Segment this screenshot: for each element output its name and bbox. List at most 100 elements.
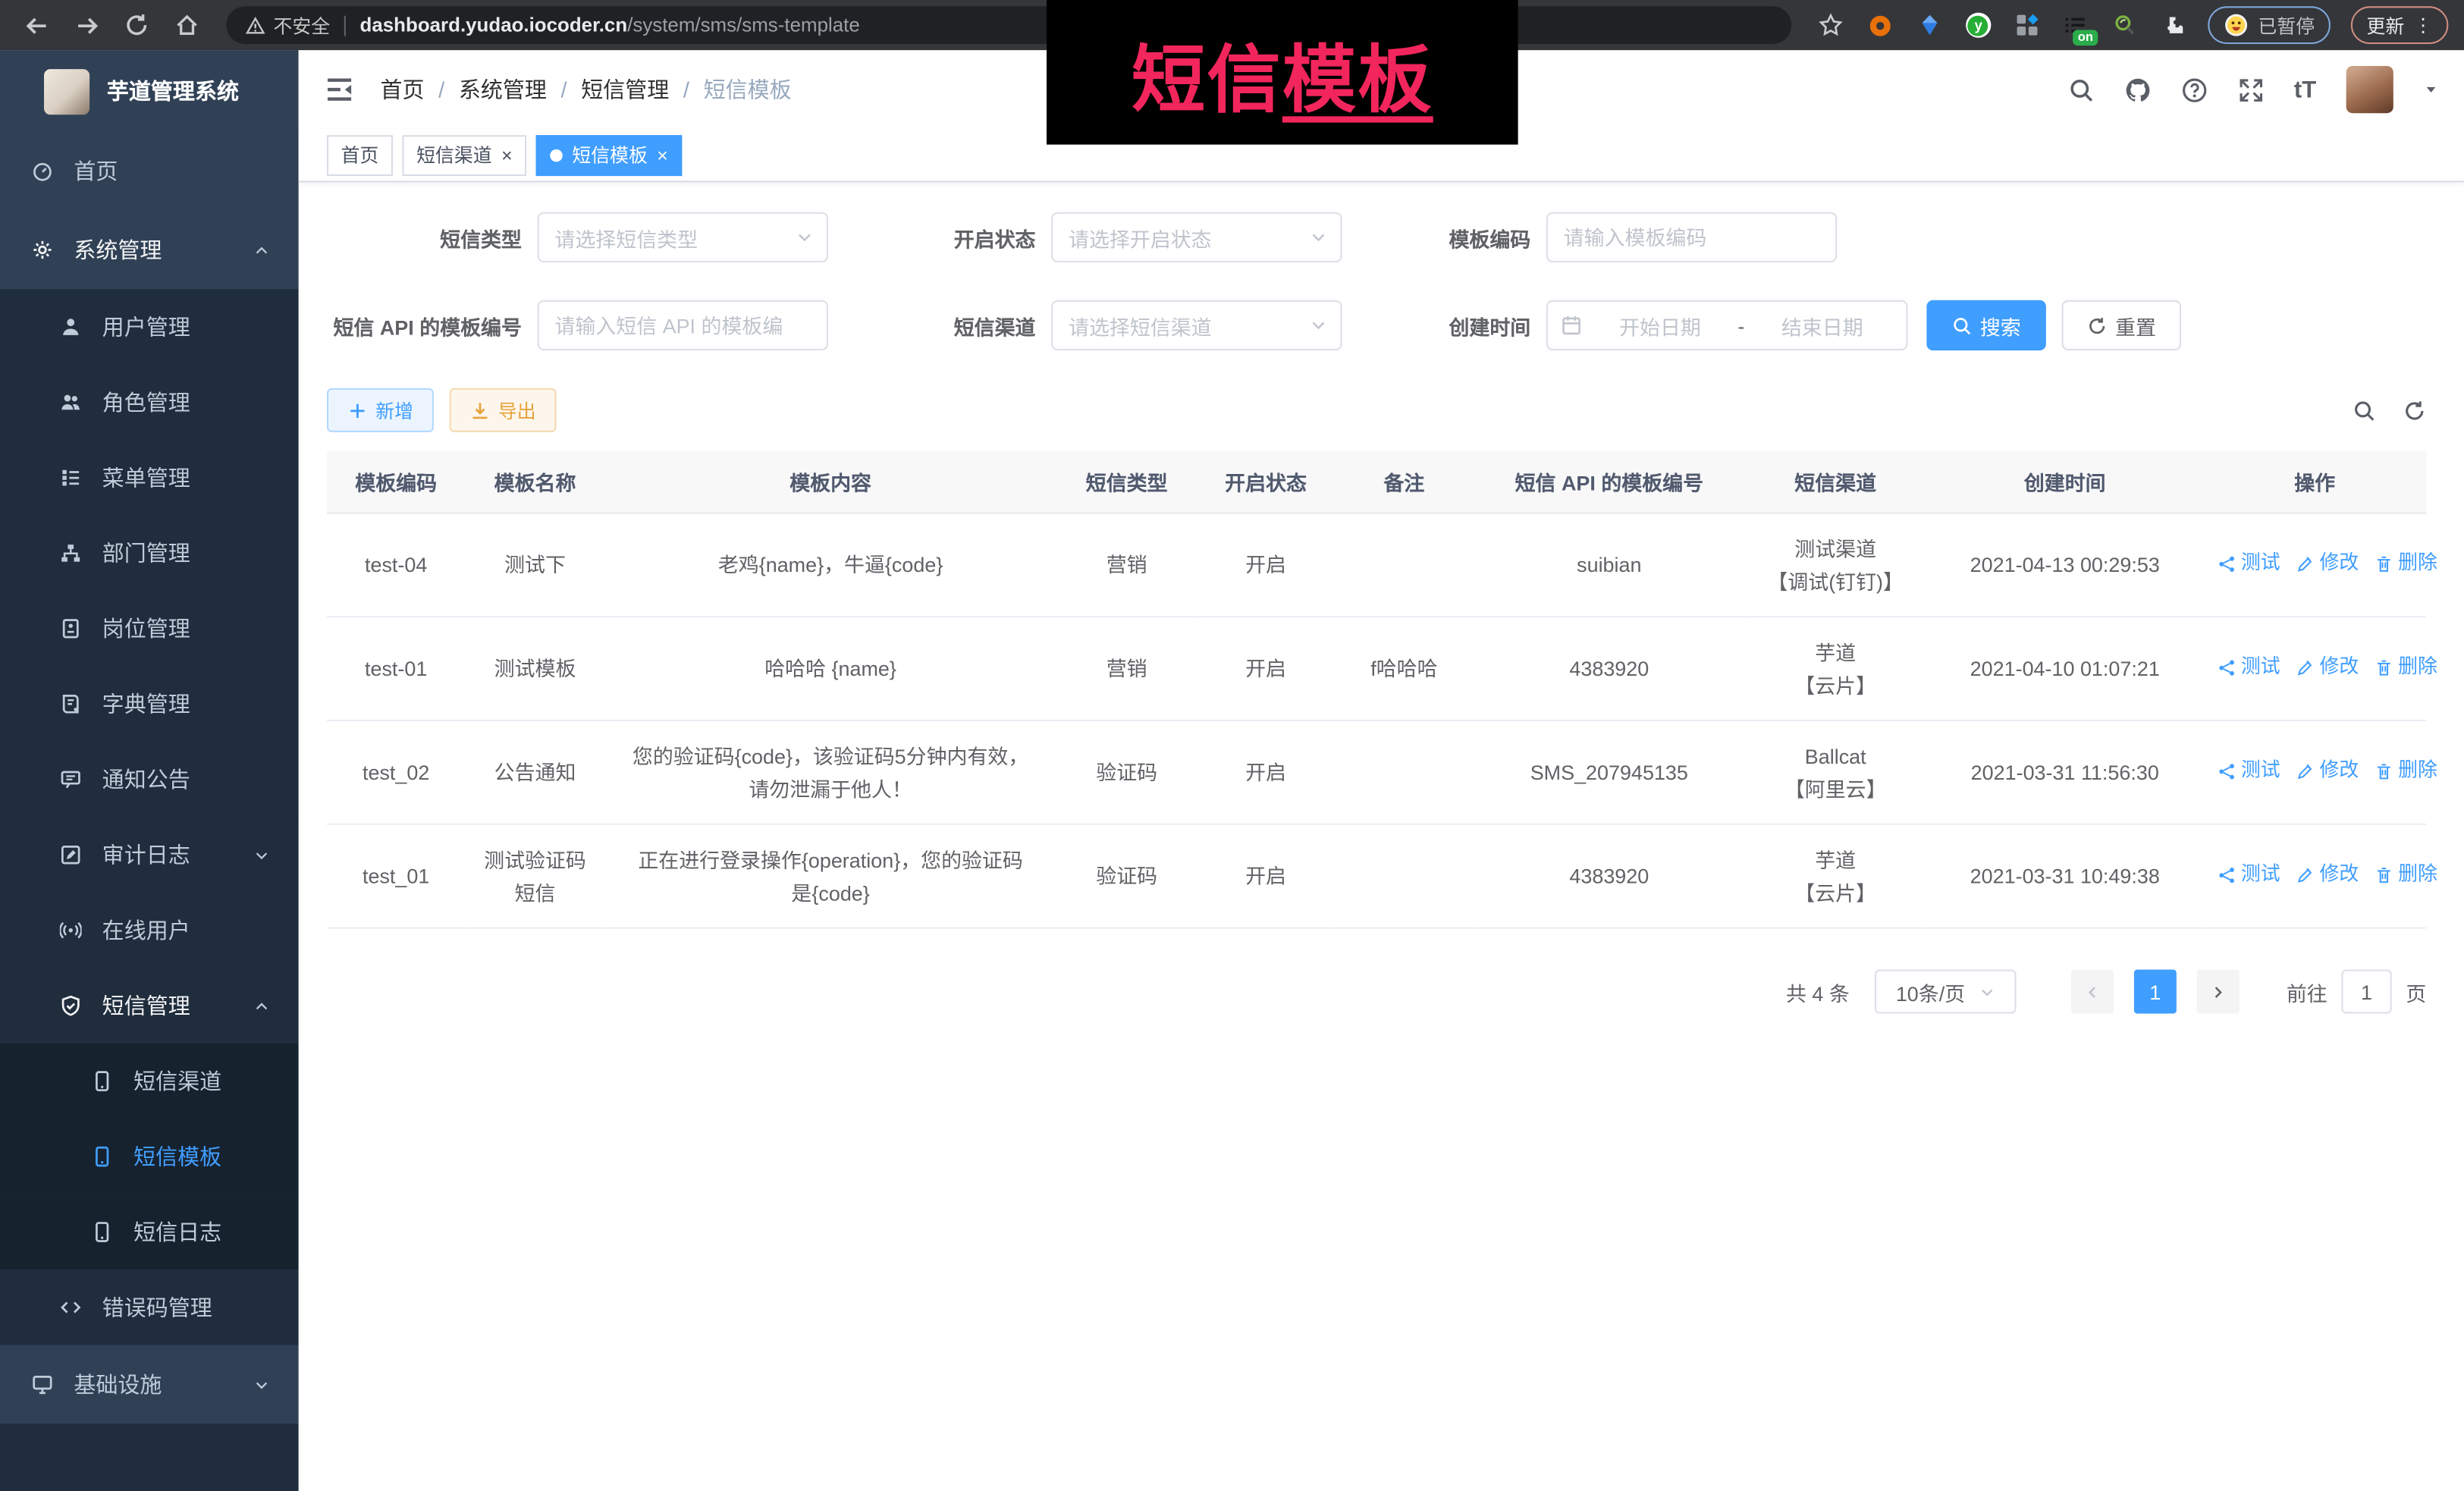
delete-link[interactable]: 删除 [2375, 755, 2437, 788]
app-title: 芋道管理系统 [107, 75, 239, 106]
sidebar-item-errcode[interactable]: 错误码管理 [0, 1270, 299, 1345]
channel-select[interactable]: 请选择短信渠道 [1051, 300, 1342, 350]
close-icon[interactable]: × [657, 144, 668, 166]
code-icon [60, 1296, 82, 1318]
total-count: 共 4 条 [1786, 977, 1850, 1006]
extension-y-icon[interactable]: y [1964, 11, 1992, 39]
test-link[interactable]: 测试 [2218, 548, 2280, 581]
tag-sms-template[interactable]: 短信模板× [536, 134, 683, 175]
breadcrumb-sms[interactable]: 短信管理 [581, 74, 669, 105]
cell-code: test_01 [327, 824, 465, 928]
refresh-table-icon[interactable] [2403, 398, 2426, 422]
pen-icon [2296, 554, 2315, 573]
sidebar-item-online[interactable]: 在线用户 [0, 893, 299, 968]
add-button[interactable]: 新增 [327, 388, 434, 432]
status-select[interactable]: 请选择开启状态 [1051, 212, 1342, 262]
extension-donut-icon[interactable] [1867, 11, 1895, 39]
export-button[interactable]: 导出 [450, 388, 557, 432]
close-icon[interactable]: × [501, 144, 513, 166]
browser-home-button[interactable] [167, 5, 208, 46]
delete-link[interactable]: 删除 [2375, 859, 2437, 892]
delete-link[interactable]: 删除 [2375, 651, 2437, 684]
reset-button[interactable]: 重置 [2062, 300, 2182, 350]
url-domain: dashboard.yudao.iocoder.cn [360, 14, 628, 36]
browser-back-button[interactable] [16, 5, 57, 46]
edit-link[interactable]: 修改 [2296, 651, 2359, 684]
sidebar-item-infra[interactable]: 基础设施 [0, 1345, 299, 1424]
bookmark-star-icon[interactable] [1810, 5, 1851, 46]
sidebar-logo[interactable]: 芋道管理系统 [0, 50, 299, 132]
user-avatar[interactable] [2346, 66, 2393, 113]
api-template-id-input[interactable] [538, 300, 828, 350]
edit-link[interactable]: 修改 [2296, 859, 2359, 892]
font-size-icon[interactable]: tT [2294, 76, 2316, 102]
col-header: 开启状态 [1197, 451, 1334, 513]
sidebar-menu: 首页系统管理用户管理角色管理菜单管理部门管理岗位管理字典管理通知公告审计日志在线… [0, 132, 299, 1491]
extensions-puzzle-icon[interactable] [2159, 11, 2187, 39]
table-row: test_02公告通知您的验证码{code}，该验证码5分钟内有效， 请勿泄漏于… [327, 720, 2426, 824]
sidebar-item-system[interactable]: 系统管理 [0, 211, 299, 290]
help-icon[interactable] [2181, 76, 2208, 102]
browser-menu-icon[interactable]: ⋮ [2414, 14, 2433, 36]
cell-content: 您的验证码{code}，该验证码5分钟内有效， 请勿泄漏于他人！ [605, 720, 1056, 824]
test-link[interactable]: 测试 [2218, 755, 2280, 788]
warning-icon [245, 15, 265, 36]
sidebar-item-menu[interactable]: 菜单管理 [0, 440, 299, 515]
extension-gem-icon[interactable] [1916, 11, 1944, 39]
sidebar-item-notice[interactable]: 通知公告 [0, 742, 299, 817]
template-code-input[interactable] [1546, 212, 1837, 262]
breadcrumb-home[interactable]: 首页 [380, 74, 424, 105]
sidebar-item-sms-template[interactable]: 短信模板 [0, 1119, 299, 1194]
toggle-search-icon[interactable] [2353, 398, 2376, 422]
notice-icon [60, 768, 82, 790]
tag-sms-channel[interactable]: 短信渠道× [402, 134, 526, 175]
page-size-select[interactable]: 10条/页 [1875, 969, 2016, 1013]
tag-home[interactable]: 首页 [327, 134, 393, 175]
extension-magnifier-icon[interactable] [2111, 11, 2139, 39]
browser-update-pill[interactable]: 更新 ⋮ [2351, 6, 2449, 44]
plus-icon [347, 400, 368, 420]
test-link[interactable]: 测试 [2218, 651, 2280, 684]
browser-forward-button[interactable] [66, 5, 107, 46]
page-1-button[interactable]: 1 [2134, 969, 2177, 1013]
hamburger-icon[interactable] [324, 74, 355, 105]
refresh-icon [2087, 315, 2108, 335]
prev-page-button[interactable] [2071, 969, 2114, 1013]
sidebar-item-post[interactable]: 岗位管理 [0, 591, 299, 666]
extension-grid-icon[interactable] [2013, 11, 2041, 39]
avatar-caret-icon[interactable] [2423, 82, 2439, 98]
profile-paused-pill[interactable]: 已暂停 [2208, 6, 2331, 44]
edit-link[interactable]: 修改 [2296, 755, 2359, 788]
goto-page-input[interactable] [2341, 969, 2391, 1013]
breadcrumb-system[interactable]: 系统管理 [459, 74, 547, 105]
github-icon[interactable] [2124, 76, 2151, 102]
test-link[interactable]: 测试 [2218, 859, 2280, 892]
browser-reload-button[interactable] [116, 5, 157, 46]
sidebar-item-home[interactable]: 首页 [0, 132, 299, 211]
trash-icon [2375, 658, 2393, 677]
sidebar-item-user[interactable]: 用户管理 [0, 289, 299, 364]
gear-icon [31, 239, 53, 261]
sidebar-item-audit[interactable]: 审计日志 [0, 817, 299, 892]
end-date-placeholder: 结束日期 [1751, 310, 1894, 340]
header-search-icon[interactable] [2068, 76, 2095, 102]
search-button[interactable]: 搜索 [1926, 300, 2046, 350]
sidebar-item-sms-channel[interactable]: 短信渠道 [0, 1044, 299, 1119]
fullscreen-icon[interactable] [2237, 76, 2264, 102]
sidebar-item-dict[interactable]: 字典管理 [0, 667, 299, 742]
sidebar-item-role[interactable]: 角色管理 [0, 365, 299, 440]
created-range-picker[interactable]: 开始日期 - 结束日期 [1546, 300, 1908, 350]
table-header-row: 模板编码 模板名称 模板内容 短信类型 开启状态 备注 短信 API 的模板编号… [327, 451, 2426, 513]
sidebar-item-sms[interactable]: 短信管理 [0, 968, 299, 1043]
delete-link[interactable]: 删除 [2375, 548, 2437, 581]
sidebar-item-label: 短信渠道 [133, 1066, 221, 1097]
cell-remark: f哈哈哈 [1334, 617, 1474, 720]
sidebar-item-sms-log[interactable]: 短信日志 [0, 1194, 299, 1270]
sms-type-select[interactable]: 请选择短信类型 [538, 212, 828, 262]
sidebar-item-dept[interactable]: 部门管理 [0, 516, 299, 591]
edit-link[interactable]: 修改 [2296, 548, 2359, 581]
url-bar[interactable]: 不安全 dashboard.yudao.iocoder.cn/system/sm… [226, 6, 1791, 44]
next-page-button[interactable] [2197, 969, 2240, 1013]
extension-list-icon[interactable]: on [2062, 11, 2090, 39]
cell-content: 哈哈哈 {name} [605, 617, 1056, 720]
